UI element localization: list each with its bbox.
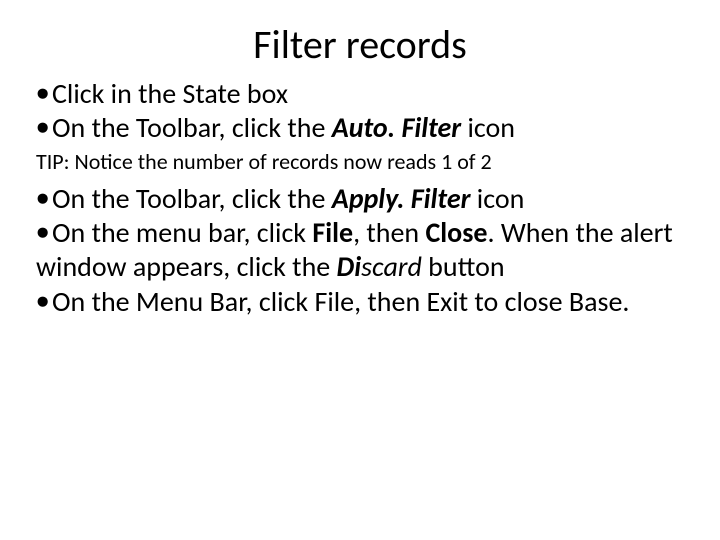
bullet-icon: ● bbox=[36, 116, 52, 138]
bullet-text: On the menu bar, click bbox=[52, 215, 312, 250]
emphasis-discard-scard: scard bbox=[361, 249, 422, 284]
bullet-item-5: ●On the Menu Bar, click File, then Exit … bbox=[36, 285, 684, 319]
emphasis-close: Close bbox=[425, 215, 487, 250]
bullet-text: button bbox=[422, 249, 505, 284]
bullet-list: ●Click in the State box ●On the Toolbar,… bbox=[36, 77, 684, 319]
bullet-item-1: ●Click in the State box bbox=[36, 77, 684, 111]
emphasis-file: File bbox=[312, 215, 353, 250]
bullet-text: On the Toolbar, click the bbox=[52, 110, 332, 145]
bullet-text: On the Menu Bar, click File, then Exit t… bbox=[52, 284, 629, 319]
bullet-text: icon bbox=[470, 181, 524, 216]
bullet-item-4: ●On the menu bar, click File, then Close… bbox=[36, 216, 684, 284]
bullet-icon: ● bbox=[36, 82, 52, 104]
bullet-icon: ● bbox=[36, 187, 52, 209]
slide-title: Filter records bbox=[36, 20, 684, 69]
bullet-text: , then bbox=[353, 215, 425, 250]
bullet-icon: ● bbox=[36, 290, 52, 312]
emphasis-autofilter: Auto. Filter bbox=[332, 110, 461, 145]
bullet-item-3: ●On the Toolbar, click the Apply. Filter… bbox=[36, 182, 684, 216]
emphasis-discard-di: Di bbox=[337, 249, 362, 284]
bullet-text: Click in the State box bbox=[52, 76, 288, 111]
bullet-icon: ● bbox=[36, 221, 52, 243]
tip-text: TIP: Notice the number of records now re… bbox=[36, 149, 684, 176]
bullet-item-2: ●On the Toolbar, click the Auto. Filter … bbox=[36, 111, 684, 145]
bullet-text: icon bbox=[461, 110, 515, 145]
bullet-text: On the Toolbar, click the bbox=[52, 181, 332, 216]
slide: Filter records ●Click in the State box ●… bbox=[0, 0, 720, 540]
emphasis-applyfilter: Apply. Filter bbox=[332, 181, 471, 216]
